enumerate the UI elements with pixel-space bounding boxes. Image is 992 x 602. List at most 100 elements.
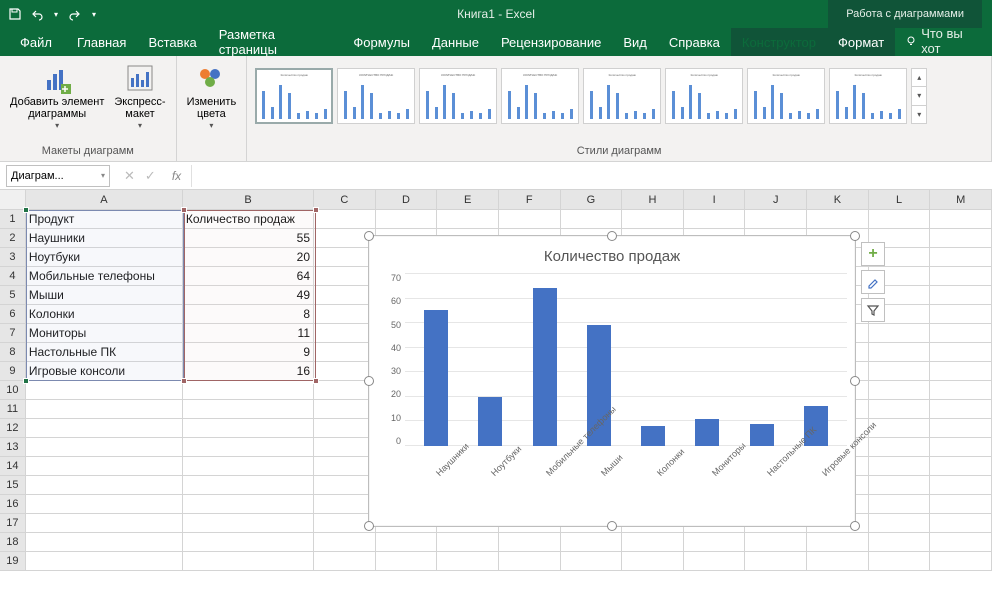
row-header[interactable]: 12 (0, 419, 26, 438)
cell[interactable] (314, 476, 376, 495)
cell[interactable] (930, 400, 992, 419)
cell[interactable] (314, 267, 376, 286)
undo-dropdown-icon[interactable]: ▾ (52, 7, 60, 21)
cell[interactable]: Настольные ПК (26, 343, 183, 362)
chart-filter-button[interactable] (861, 298, 885, 322)
cell[interactable]: Мониторы (26, 324, 183, 343)
enter-icon[interactable]: ✓ (145, 168, 156, 184)
cell[interactable]: Колонки (26, 305, 183, 324)
cell[interactable]: 16 (183, 362, 314, 381)
cell[interactable] (930, 362, 992, 381)
chart-title[interactable]: Количество продаж (377, 244, 847, 273)
chart-object[interactable]: + Количество продаж 706050403020100 Науш… (368, 235, 856, 527)
cell[interactable]: Мыши (26, 286, 183, 305)
column-header[interactable]: L (869, 190, 931, 209)
cell[interactable] (684, 552, 746, 571)
row-header[interactable]: 17 (0, 514, 26, 533)
cell[interactable] (183, 419, 314, 438)
row-header[interactable]: 10 (0, 381, 26, 400)
row-header[interactable]: 15 (0, 476, 26, 495)
cell[interactable] (622, 210, 684, 229)
cell[interactable] (869, 514, 931, 533)
tab-view[interactable]: Вид (612, 28, 658, 56)
cell[interactable] (869, 381, 931, 400)
cell[interactable] (26, 457, 183, 476)
cell[interactable] (314, 343, 376, 362)
chart-bar[interactable] (478, 397, 502, 446)
cell[interactable] (745, 552, 807, 571)
cell[interactable] (183, 514, 314, 533)
tab-design[interactable]: Конструктор (731, 28, 827, 56)
column-header[interactable]: K (807, 190, 869, 209)
cell[interactable] (499, 210, 561, 229)
tab-review[interactable]: Рецензирование (490, 28, 612, 56)
cell[interactable] (314, 210, 376, 229)
column-header[interactable]: C (314, 190, 376, 209)
quick-layout-button[interactable]: Экспресс- макет ▾ (110, 60, 169, 133)
cell[interactable] (314, 248, 376, 267)
cell[interactable] (437, 533, 499, 552)
cell[interactable] (26, 533, 183, 552)
column-header[interactable]: I (684, 190, 746, 209)
cell[interactable] (930, 286, 992, 305)
chart-style-4[interactable]: КОЛИЧЕСТВО ПРОДАЖ (501, 68, 579, 124)
cell[interactable] (930, 324, 992, 343)
tab-data[interactable]: Данные (421, 28, 490, 56)
cell[interactable] (314, 438, 376, 457)
chart-bar[interactable] (641, 426, 665, 446)
cell[interactable]: 20 (183, 248, 314, 267)
row-header[interactable]: 14 (0, 457, 26, 476)
cell[interactable]: Мобильные телефоны (26, 267, 183, 286)
cell[interactable] (376, 552, 438, 571)
row-header[interactable]: 11 (0, 400, 26, 419)
row-header[interactable]: 1 (0, 210, 26, 229)
chart-style-2[interactable]: КОЛИЧЕСТВО ПРОДАЖ (337, 68, 415, 124)
chart-bar[interactable] (750, 424, 774, 446)
cell[interactable]: Игровые консоли (26, 362, 183, 381)
cell[interactable] (930, 438, 992, 457)
cell[interactable]: 8 (183, 305, 314, 324)
cell[interactable] (314, 495, 376, 514)
cancel-icon[interactable]: ✕ (124, 168, 135, 184)
chart-style-3[interactable]: КОЛИЧЕСТВО ПРОДАЖ (419, 68, 497, 124)
cell[interactable] (314, 286, 376, 305)
cell[interactable] (26, 476, 183, 495)
cell[interactable] (869, 400, 931, 419)
undo-icon[interactable] (30, 7, 44, 21)
redo-icon[interactable] (68, 7, 82, 21)
gallery-more[interactable]: ▾ (912, 106, 926, 123)
cell[interactable] (622, 533, 684, 552)
tab-file[interactable]: Файл (6, 28, 66, 56)
cell[interactable] (869, 362, 931, 381)
chart-style-6[interactable]: Количество продаж (665, 68, 743, 124)
cell[interactable] (26, 419, 183, 438)
tell-me[interactable]: Что вы хот (895, 26, 992, 56)
cell[interactable] (26, 495, 183, 514)
column-header[interactable]: F (499, 190, 561, 209)
column-header[interactable]: E (437, 190, 499, 209)
cell[interactable] (930, 343, 992, 362)
cell[interactable] (869, 533, 931, 552)
cell[interactable]: Количество продаж (183, 210, 314, 229)
cell[interactable] (930, 305, 992, 324)
save-icon[interactable] (8, 7, 22, 21)
cell[interactable] (869, 552, 931, 571)
cell[interactable] (930, 229, 992, 248)
fx-icon[interactable]: fx (166, 169, 181, 183)
row-header[interactable]: 3 (0, 248, 26, 267)
row-header[interactable]: 19 (0, 552, 26, 571)
tab-formulas[interactable]: Формулы (342, 28, 421, 56)
cell[interactable] (26, 381, 183, 400)
column-header[interactable]: D (376, 190, 438, 209)
cell[interactable] (930, 495, 992, 514)
cell[interactable] (930, 419, 992, 438)
cell[interactable] (314, 552, 376, 571)
row-header[interactable]: 2 (0, 229, 26, 248)
cell[interactable] (807, 533, 869, 552)
cell[interactable]: Ноутбуки (26, 248, 183, 267)
cell[interactable] (869, 476, 931, 495)
cell[interactable] (499, 552, 561, 571)
cell[interactable] (684, 533, 746, 552)
chart-style-7[interactable]: Количество продаж (747, 68, 825, 124)
cell[interactable] (183, 476, 314, 495)
